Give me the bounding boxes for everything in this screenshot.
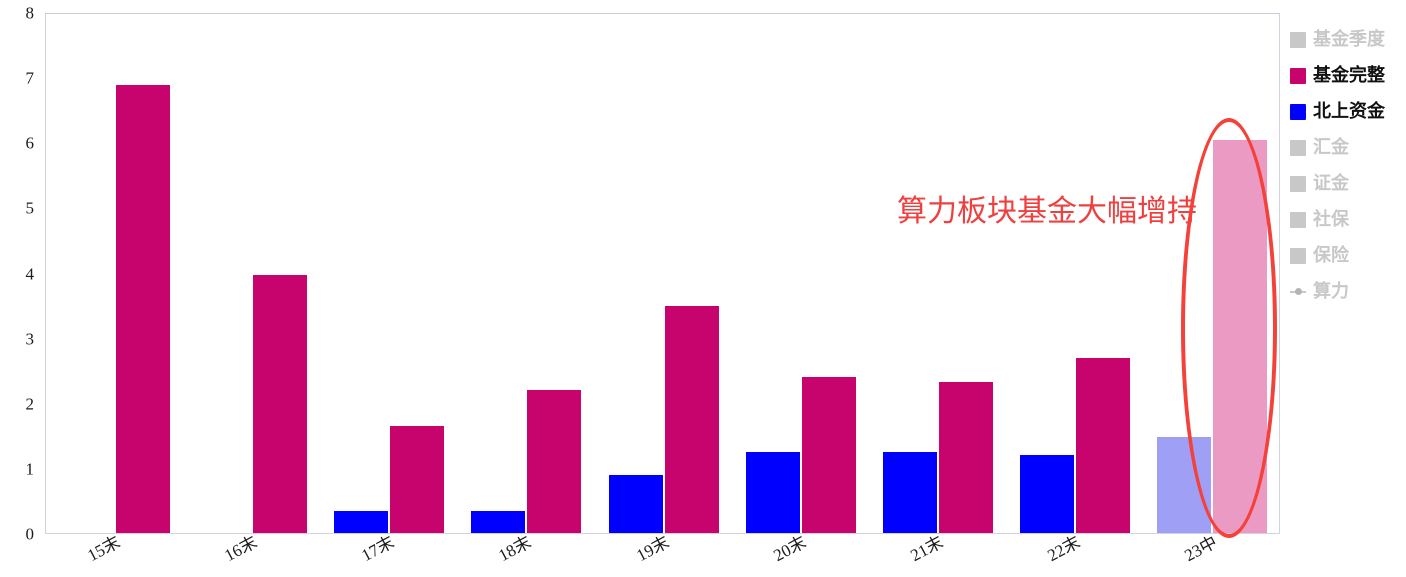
legend-item-2[interactable]: 基金完整 [1290, 58, 1406, 94]
bars-layer [46, 14, 1279, 533]
highlight-ellipse-annotation [1181, 118, 1277, 538]
bar [390, 425, 445, 533]
bar [115, 84, 170, 533]
legend-item-8[interactable]: 算力 [1290, 274, 1406, 310]
plot-area [45, 13, 1280, 534]
bar [252, 275, 307, 533]
legend-item-6[interactable]: 社保 [1290, 202, 1406, 238]
legend-swatch-icon [1290, 140, 1306, 156]
legend-swatch-icon [1290, 248, 1306, 264]
bar [608, 475, 663, 533]
legend-item-7[interactable]: 保险 [1290, 238, 1406, 274]
bar-group [1020, 14, 1131, 533]
legend-item-4[interactable]: 汇金 [1290, 130, 1406, 166]
legend-item-label: 汇金 [1313, 137, 1349, 158]
y-tick-label: 5 [25, 198, 35, 218]
chart-legend: 基金季度基金完整北上资金汇金证金社保保险算力 [1290, 22, 1406, 310]
x-tick-label: 16末 [221, 532, 261, 566]
bar-group [60, 14, 170, 533]
bar-group [334, 14, 445, 533]
bar-chart: 0 1 2 3 4 5 6 7 8 算力板块基金大幅增持 15末 16末 17末 18末 19末 20末 2… [0, 0, 1406, 577]
legend-item-label: 基金完整 [1313, 65, 1385, 86]
legend-item-3[interactable]: 北上资金 [1290, 94, 1406, 130]
legend-item-label: 北上资金 [1313, 101, 1385, 122]
x-tick-label: 21末 [907, 532, 947, 566]
legend-item-label: 社保 [1313, 209, 1349, 230]
y-axis: 0 1 2 3 4 5 6 7 8 [0, 0, 40, 577]
legend-item-label: 算力 [1313, 281, 1349, 302]
legend-item-5[interactable]: 证金 [1290, 166, 1406, 202]
x-axis: 15末 16末 17末 18末 19末 20末 21末 22末 23中 [45, 532, 1280, 577]
bar [745, 452, 800, 533]
bar-group [471, 14, 582, 533]
y-tick-label: 6 [25, 133, 35, 153]
x-tick-label: 15末 [83, 532, 123, 566]
x-tick-label: 19末 [632, 532, 672, 566]
legend-swatch-icon [1290, 68, 1306, 84]
bar [801, 377, 856, 533]
y-tick-label: 7 [25, 68, 35, 88]
bar [1020, 454, 1075, 533]
y-tick-label: 3 [25, 329, 35, 349]
bar-group [882, 14, 993, 533]
x-tick-label: 17末 [358, 532, 398, 566]
x-tick-label: 23中 [1181, 532, 1221, 566]
legend-item-label: 保险 [1313, 245, 1349, 266]
bar-group [608, 14, 719, 533]
bar-group [745, 14, 856, 533]
x-tick-label: 18末 [495, 532, 535, 566]
x-tick-label: 20末 [770, 532, 810, 566]
bar [938, 381, 993, 533]
y-tick-label: 2 [25, 394, 35, 414]
legend-swatch-icon [1290, 104, 1306, 120]
bar [882, 451, 937, 533]
legend-swatch-icon [1290, 176, 1306, 192]
legend-item-label: 基金季度 [1313, 29, 1385, 50]
legend-swatch-icon [1290, 32, 1306, 48]
y-tick-label: 4 [25, 264, 35, 283]
bar [1076, 357, 1131, 533]
y-tick-label: 8 [25, 3, 35, 23]
bar [664, 306, 719, 533]
legend-item-label: 证金 [1313, 173, 1349, 194]
legend-line-marker-icon [1290, 284, 1306, 300]
legend-item-1[interactable]: 基金季度 [1290, 22, 1406, 58]
bar [334, 510, 389, 533]
y-tick-label: 0 [25, 524, 35, 544]
annotation-label: 算力板块基金大幅增持 [897, 194, 1197, 229]
x-tick-label: 22末 [1044, 532, 1084, 566]
bar-group [197, 14, 307, 533]
bar [527, 389, 582, 533]
legend-swatch-icon [1290, 212, 1306, 228]
y-tick-label: 1 [25, 459, 35, 479]
